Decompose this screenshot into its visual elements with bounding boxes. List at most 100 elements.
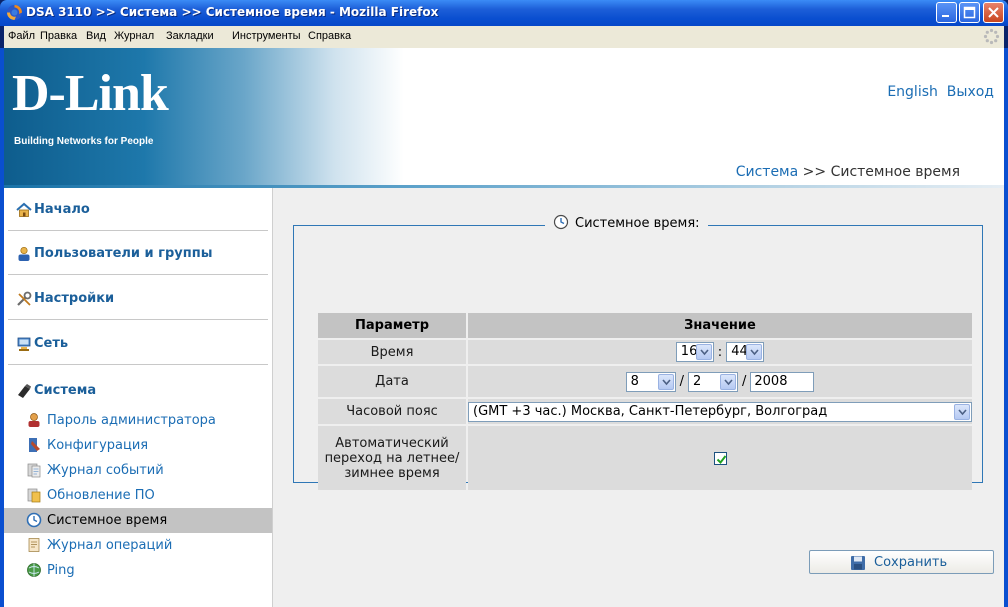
settings-table: Параметр Значение Время 16 : 44 Дата 8 /… [316, 311, 974, 492]
menu-view[interactable]: Вид [86, 30, 106, 42]
configuration-icon [29, 438, 40, 452]
clock-icon [26, 512, 42, 528]
table-row-timezone: Часовой пояс (GMT +3 час.) Москва, Санкт… [318, 399, 972, 424]
sidebar: Начало Пользователи и группы Настройки С… [4, 188, 272, 607]
breadcrumb-separator: >> [798, 164, 831, 180]
menu-edit[interactable]: Правка [40, 30, 77, 42]
save-button-label: Сохранить [874, 555, 948, 570]
year-input-value: 2008 [754, 373, 788, 389]
table-row-time: Время 16 : 44 [318, 340, 972, 364]
minimize-icon [942, 15, 949, 17]
maximize-icon [963, 6, 976, 19]
admin-user-icon [28, 413, 40, 427]
window-title: DSA 3110 >> Система >> Системное время -… [26, 5, 439, 19]
chevron-down-icon [720, 373, 736, 390]
day-select-value: 8 [630, 373, 639, 389]
table-header-row: Параметр Значение [318, 313, 972, 338]
checkmark-icon [716, 454, 726, 464]
sidebar-item-firmware-update[interactable]: Обновление ПО [4, 483, 272, 508]
timezone-select-value: (GMT +3 час.) Москва, Санкт-Петербург, В… [473, 403, 828, 419]
operation-log-icon [28, 538, 40, 552]
sidebar-item-label: Пароль администратора [47, 413, 216, 428]
day-select[interactable]: 8 [625, 371, 676, 392]
sidebar-item-label: Обновление ПО [47, 488, 155, 503]
nav-system-label: Система [34, 383, 97, 398]
save-disk-icon [851, 556, 865, 570]
table-row-date: Дата 8 / 2 / 2008 [318, 366, 972, 397]
date-separator: / [679, 374, 684, 389]
hour-select-value: 16 [680, 344, 698, 359]
sidebar-item-operation-log[interactable]: Журнал операций [4, 533, 272, 558]
throbber-icon [983, 28, 1000, 45]
window-frame-right [1004, 48, 1008, 607]
network-icon [17, 337, 31, 351]
nav-settings[interactable]: Настройки [4, 291, 272, 309]
menu-help[interactable]: Справка [308, 30, 351, 42]
nav-network-label: Сеть [34, 336, 69, 351]
sidebar-item-label: Ping [47, 563, 75, 578]
fieldset-legend: Системное время: [545, 214, 708, 236]
menu-tools[interactable]: Инструменты [232, 30, 301, 42]
system-icon [18, 384, 31, 398]
nav-settings-label: Настройки [34, 291, 115, 306]
menu-bar: Файл Правка Вид Журнал Закладки Инструме… [4, 26, 1004, 48]
minimize-button[interactable] [936, 2, 957, 23]
sidebar-item-system-time[interactable]: Системное время [4, 508, 272, 533]
column-header-value: Значение [468, 313, 972, 338]
nav-users-label: Пользователи и группы [34, 246, 213, 261]
logo-tagline: Building Networks for People [14, 136, 154, 147]
sidebar-item-event-log[interactable]: Журнал событий [4, 458, 272, 483]
dst-value-cell [468, 426, 972, 490]
users-icon [18, 246, 30, 261]
menu-history[interactable]: Журнал [114, 30, 154, 42]
sidebar-item-configuration[interactable]: Конфигурация [4, 433, 272, 458]
title-bar: DSA 3110 >> Система >> Системное время -… [0, 0, 1008, 26]
nav-network[interactable]: Сеть [4, 336, 272, 354]
logout-link[interactable]: Выход [947, 84, 994, 100]
menu-bookmarks[interactable]: Закладки [166, 30, 214, 42]
time-value-cell: 16 : 44 [468, 340, 972, 364]
nav-home[interactable]: Начало [4, 202, 272, 220]
month-select-value: 2 [693, 373, 702, 389]
sidebar-divider [8, 364, 268, 366]
date-value-cell: 8 / 2 / 2008 [468, 366, 972, 397]
menu-file[interactable]: Файл [8, 30, 35, 42]
timezone-value-cell: (GMT +3 час.) Москва, Санкт-Петербург, В… [468, 399, 972, 424]
hour-select[interactable]: 16 [675, 342, 714, 362]
nav-users[interactable]: Пользователи и группы [4, 246, 272, 264]
sidebar-item-admin-password[interactable]: Пароль администратора [4, 408, 272, 433]
nav-system[interactable]: Система [4, 383, 272, 401]
sidebar-divider [8, 230, 268, 232]
clock-icon [553, 214, 569, 230]
maximize-button[interactable] [959, 2, 980, 23]
sidebar-item-label: Журнал событий [47, 463, 164, 478]
save-button[interactable]: Сохранить [809, 550, 994, 574]
year-input[interactable]: 2008 [750, 371, 815, 392]
page-content: D-Link Building Networks for People Engl… [4, 48, 1004, 607]
time-label: Время [318, 340, 466, 364]
breadcrumb-system-link[interactable]: Система [736, 164, 798, 180]
english-link[interactable]: English [887, 84, 938, 100]
date-separator: / [742, 374, 747, 389]
header-links: English Выход [887, 84, 994, 100]
timezone-select[interactable]: (GMT +3 час.) Москва, Санкт-Петербург, В… [468, 401, 972, 422]
sidebar-item-label: Конфигурация [47, 438, 149, 453]
sidebar-divider [8, 274, 268, 276]
event-log-icon [27, 463, 41, 478]
dlink-logo: D-Link [12, 65, 169, 122]
close-button[interactable] [983, 2, 1004, 23]
breadcrumb-current: Системное время [830, 164, 960, 180]
dst-label: Автоматический переход на летнее/зимнее … [318, 426, 466, 490]
home-icon [16, 202, 32, 217]
sidebar-item-ping[interactable]: Ping [4, 558, 272, 583]
chevron-down-icon [746, 344, 763, 360]
close-icon [988, 7, 999, 18]
ping-icon [27, 563, 41, 577]
date-label: Дата [318, 366, 466, 397]
minute-select[interactable]: 44 [726, 342, 765, 362]
month-select[interactable]: 2 [688, 371, 738, 392]
firmware-update-icon [27, 488, 41, 503]
dst-checkbox[interactable] [713, 451, 727, 465]
timezone-label: Часовой пояс [318, 399, 466, 424]
time-separator: : [717, 344, 723, 360]
